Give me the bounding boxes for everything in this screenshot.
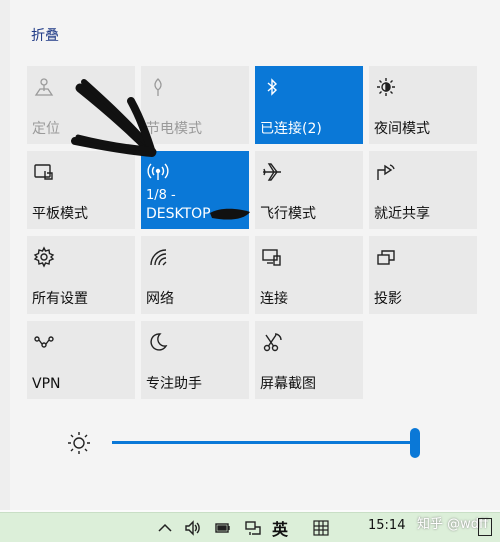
bluetooth-icon (261, 76, 283, 98)
night-light-icon (375, 76, 397, 98)
tile-connect[interactable]: 连接 (255, 236, 363, 314)
tile-mobile-hotspot[interactable]: 1/8 - DESKTOP- (141, 151, 249, 229)
location-icon (33, 76, 55, 98)
nearby-share-icon (375, 161, 397, 183)
action-center-panel: 折叠 定位 节电模式 已连接(2) 夜间模式 平板模式 1/8 - DESKTO… (0, 0, 500, 510)
panel-edge (0, 0, 10, 510)
volume-icon[interactable] (184, 519, 202, 537)
network-icon (147, 246, 169, 268)
tile-screen-snip[interactable]: 屏幕截图 (255, 321, 363, 399)
brightness-icon (66, 430, 92, 456)
mobile-hotspot-icon (147, 161, 169, 183)
tile-all-settings[interactable]: 所有设置 (27, 236, 135, 314)
collapse-link[interactable]: 折叠 (31, 25, 59, 45)
tile-location[interactable]: 定位 (27, 66, 135, 144)
tile-airplane-mode[interactable]: 飞行模式 (255, 151, 363, 229)
screen-snip-icon (261, 331, 283, 353)
connect-icon (261, 246, 283, 268)
settings-gear-icon (33, 246, 55, 268)
input-language-indicator[interactable]: 英 (272, 516, 288, 540)
tablet-mode-icon (33, 161, 55, 183)
tile-network[interactable]: 网络 (141, 236, 249, 314)
vpn-icon (33, 331, 55, 353)
network-tray-icon[interactable] (244, 519, 262, 537)
ime-grid-icon[interactable] (312, 519, 330, 537)
tile-bluetooth[interactable]: 已连接(2) (255, 66, 363, 144)
show-hidden-icons-chevron-icon[interactable] (156, 519, 174, 537)
airplane-icon (261, 161, 283, 183)
project-icon (375, 246, 397, 268)
tile-vpn[interactable]: VPN (27, 321, 135, 399)
tile-battery-saver[interactable]: 节电模式 (141, 66, 249, 144)
battery-icon[interactable] (214, 519, 232, 537)
tile-project[interactable]: 投影 (369, 236, 477, 314)
tile-nearby-share[interactable]: 就近共享 (369, 151, 477, 229)
clock[interactable]: 15:14 (368, 518, 405, 533)
tile-focus-assist[interactable]: 专注助手 (141, 321, 249, 399)
moon-icon (147, 331, 169, 353)
brightness-slider-track[interactable] (112, 441, 415, 444)
notification-center-icon[interactable] (478, 518, 492, 536)
tile-tablet-mode[interactable]: 平板模式 (27, 151, 135, 229)
tile-night-light[interactable]: 夜间模式 (369, 66, 477, 144)
brightness-slider-thumb[interactable] (410, 428, 420, 458)
battery-saver-icon (147, 76, 169, 98)
